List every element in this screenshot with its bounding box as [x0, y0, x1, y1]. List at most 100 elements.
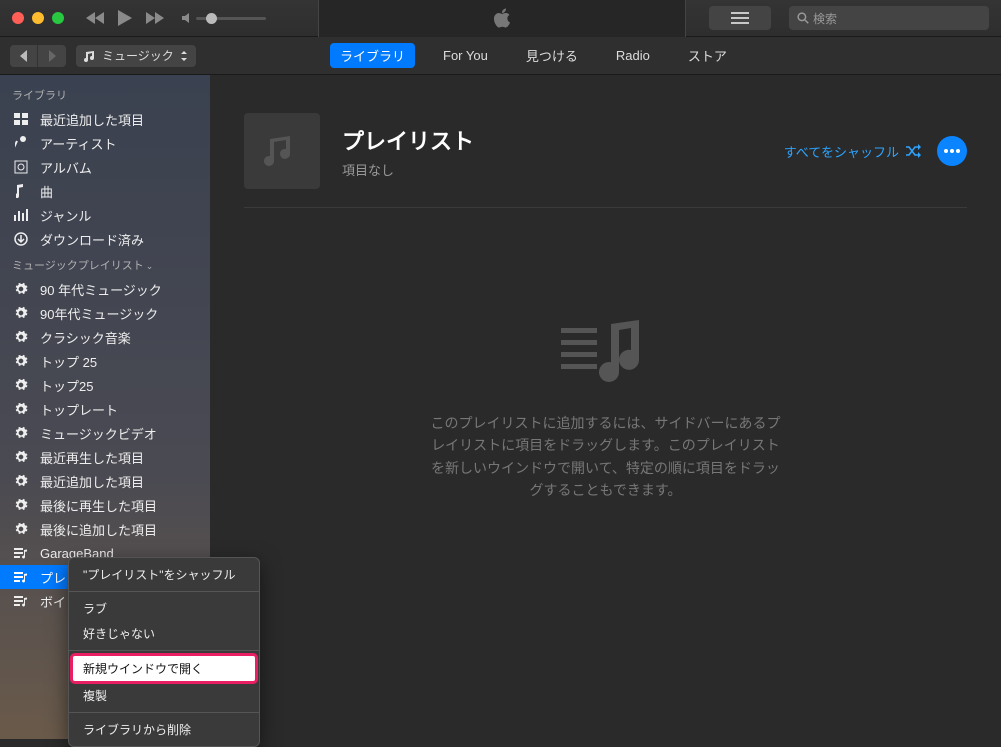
search-placeholder: 検索: [813, 10, 837, 27]
shuffle-all-button[interactable]: すべてをシャッフル: [784, 142, 923, 161]
mic-icon: [12, 136, 30, 150]
sidebar-item[interactable]: 最近追加した項目: [0, 107, 210, 131]
next-track-button[interactable]: [146, 12, 164, 24]
playlist-subtitle: 項目なし: [342, 160, 784, 179]
apple-logo-icon: [492, 7, 512, 29]
nav-tabs: ライブラリ For You 見つける Radio ストア: [330, 37, 737, 75]
sidebar-item[interactable]: 最近再生した項目: [0, 445, 210, 469]
sidebar-item-label: トップ25: [40, 376, 93, 395]
sidebar-item[interactable]: トップレート: [0, 397, 210, 421]
sidebar-item-label: アルバム: [40, 158, 92, 177]
sidebar-item-label: 90年代ミュージック: [40, 304, 158, 323]
context-menu-item[interactable]: 複製: [69, 683, 259, 708]
sidebar-item[interactable]: ミュージックビデオ: [0, 421, 210, 445]
playlist-icon: [12, 595, 30, 607]
volume-slider[interactable]: [182, 12, 266, 24]
gear-icon: [12, 474, 30, 488]
nav-tab[interactable]: ストア: [678, 43, 737, 68]
sidebar-item-label: 90 年代ミュージック: [40, 280, 162, 299]
grid-icon: [12, 113, 30, 125]
sidebar-item[interactable]: トップ 25: [0, 349, 210, 373]
album-icon: [12, 160, 30, 174]
context-menu-item[interactable]: ラブ: [69, 596, 259, 621]
nav-tab[interactable]: 見つける: [516, 43, 588, 68]
gear-icon: [12, 450, 30, 464]
shuffle-icon: [905, 144, 923, 158]
context-menu-separator: [69, 712, 259, 713]
note-icon: [12, 184, 30, 198]
empty-state-message: このプレイリストに追加するには、サイドバーにあるプレイリストに項目をドラッグしま…: [426, 412, 786, 502]
playlist-artwork: [244, 113, 320, 189]
context-menu: "プレイリスト"をシャッフルラブ好きじゃない新規ウインドウで開く複製ライブラリか…: [68, 557, 260, 747]
gear-icon: [12, 402, 30, 416]
bars-icon: [12, 209, 30, 221]
sidebar-item[interactable]: アーティスト: [0, 131, 210, 155]
gear-icon: [12, 498, 30, 512]
sidebar-item-label: 最近追加した項目: [40, 110, 144, 129]
prev-track-button[interactable]: [86, 12, 104, 24]
main-content: プレイリスト 項目なし すべてをシャッフル: [210, 75, 1001, 739]
sidebar-item[interactable]: ダウンロード済み: [0, 227, 210, 251]
music-note-icon: [84, 50, 96, 62]
playback-controls: [86, 10, 164, 26]
context-menu-item[interactable]: 新規ウインドウで開く: [72, 655, 256, 682]
sidebar-item[interactable]: トップ25: [0, 373, 210, 397]
gear-icon: [12, 354, 30, 368]
sidebar-item[interactable]: 90年代ミュージック: [0, 301, 210, 325]
window-controls: [12, 12, 64, 24]
context-menu-separator: [69, 650, 259, 651]
sidebar-item-label: プレ: [40, 568, 66, 587]
titlebar: 検索: [0, 0, 1001, 37]
minimize-window-button[interactable]: [32, 12, 44, 24]
sidebar-item-label: トップ 25: [40, 352, 97, 371]
empty-playlist-icon: [561, 318, 651, 388]
more-actions-button[interactable]: [937, 136, 967, 166]
context-menu-item[interactable]: 好きじゃない: [69, 621, 259, 646]
sidebar-section-title[interactable]: ミュージックプレイリスト⌄: [0, 251, 210, 277]
playlist-icon: [12, 571, 30, 583]
play-button[interactable]: [118, 10, 132, 26]
sidebar-item-label: ジャンル: [40, 206, 91, 225]
list-icon: [731, 12, 749, 24]
sidebar-item-label: 曲: [40, 182, 53, 201]
sidebar-item[interactable]: 90 年代ミュージック: [0, 277, 210, 301]
search-input[interactable]: 検索: [789, 6, 989, 30]
nav-tab[interactable]: ライブラリ: [330, 43, 415, 68]
sidebar-item[interactable]: アルバム: [0, 155, 210, 179]
zoom-window-button[interactable]: [52, 12, 64, 24]
nav-tab[interactable]: For You: [433, 45, 498, 66]
list-view-button[interactable]: [709, 6, 771, 30]
sidebar-item-label: トップレート: [40, 400, 118, 419]
playlist-icon: [12, 547, 30, 559]
sidebar-item-label: 最近再生した項目: [40, 448, 144, 467]
context-menu-item[interactable]: "プレイリスト"をシャッフル: [69, 562, 259, 587]
sidebar-item[interactable]: ジャンル: [0, 203, 210, 227]
empty-state: このプレイリストに追加するには、サイドバーにあるプレイリストに項目をドラッグしま…: [210, 318, 1001, 502]
sidebar-item[interactable]: 最後に再生した項目: [0, 493, 210, 517]
sidebar-item[interactable]: 最近追加した項目: [0, 469, 210, 493]
volume-icon: [182, 12, 196, 24]
forward-button[interactable]: [38, 45, 66, 67]
sidebar-section-title: ライブラリ: [0, 81, 210, 107]
back-button[interactable]: [10, 45, 38, 67]
gear-icon: [12, 306, 30, 320]
sidebar-item-label: アーティスト: [40, 134, 116, 153]
sidebar-item[interactable]: クラシック音楽: [0, 325, 210, 349]
sidebar-item[interactable]: 最後に追加した項目: [0, 517, 210, 541]
sidebar-item-label: ボイ: [40, 592, 66, 611]
sidebar-item-label: ミュージックビデオ: [40, 424, 157, 443]
close-window-button[interactable]: [12, 12, 24, 24]
gear-icon: [12, 426, 30, 440]
sidebar-item-label: 最後に追加した項目: [40, 520, 157, 539]
sidebar-item-label: 最近追加した項目: [40, 472, 144, 491]
updown-icon: [180, 51, 188, 61]
sidebar-item-label: クラシック音楽: [40, 328, 131, 347]
download-icon: [12, 232, 30, 246]
media-selector[interactable]: ミュージック: [76, 45, 196, 67]
sidebar-item-label: ダウンロード済み: [40, 230, 144, 249]
gear-icon: [12, 330, 30, 344]
sidebar-item[interactable]: 曲: [0, 179, 210, 203]
nav-tab[interactable]: Radio: [606, 45, 660, 66]
context-menu-item[interactable]: ライブラリから削除: [69, 717, 259, 742]
ellipsis-icon: [944, 149, 960, 153]
